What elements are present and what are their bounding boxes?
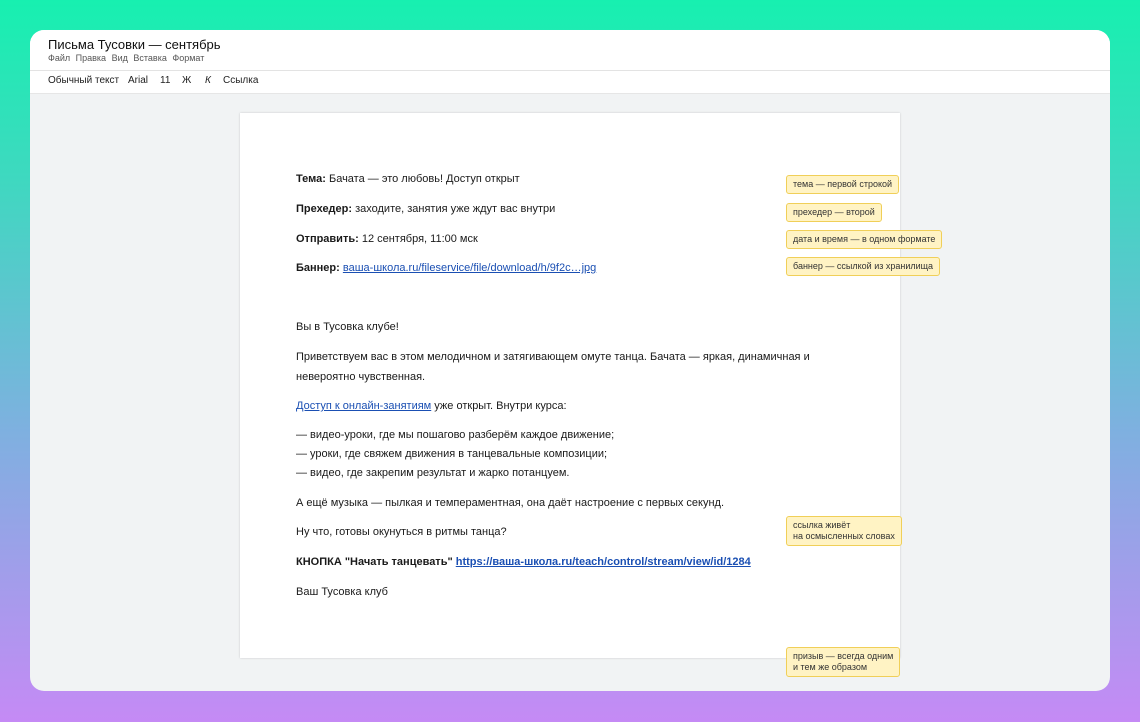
intro-line-2: невероятно чувственная.: [296, 371, 426, 383]
font-family-select[interactable]: Arial: [128, 75, 148, 86]
menu-view[interactable]: Вид: [112, 53, 128, 63]
comment-preheader[interactable]: прехедер — второй: [786, 203, 882, 222]
signature: Ваш Тусовка клуб: [296, 586, 388, 598]
link-button[interactable]: Ссылка: [223, 75, 258, 86]
menu-format[interactable]: Формат: [172, 53, 204, 63]
comment-datetime[interactable]: дата и время — в одном формате: [786, 230, 943, 249]
subject-value: Бачата — это любовь! Доступ открыт: [325, 173, 520, 185]
music-paragraph: А ещё музыка — пылкая и темпераментная, …: [296, 497, 725, 509]
comment-banner[interactable]: баннер — ссылкой из хранилища: [786, 257, 941, 276]
menu-bar: Файл Правка Вид Вставка Формат: [48, 53, 207, 63]
document-title[interactable]: Письма Тусовки — сентябрь: [48, 37, 221, 52]
comment-link[interactable]: ссылка живёт на осмысленных словах: [786, 516, 902, 546]
comment-cta-line-2: и тем же образом: [793, 662, 868, 672]
preheader-value: заходите, занятия уже ждут вас внутри: [352, 203, 556, 215]
access-link[interactable]: Доступ к онлайн-занятиям: [296, 400, 431, 412]
font-size-select[interactable]: 11: [160, 75, 170, 86]
send-value: 12 сентября, 11:00 мск: [358, 233, 478, 245]
subject-line: Тема: Бачата — это любовь! Доступ открыт: [296, 173, 520, 185]
access-line: Доступ к онлайн-занятиям уже открыт. Вну…: [296, 400, 567, 412]
comment-link-line-1: ссылка живёт: [793, 520, 851, 530]
banner-label: Баннер:: [296, 262, 340, 274]
send-label: Отправить:: [296, 233, 359, 245]
paragraph-style-select[interactable]: Обычный текст: [48, 75, 119, 86]
cta-link[interactable]: https://ваша-школа.ru/teach/control/stre…: [456, 556, 751, 568]
cta-line: КНОПКА "Начать танцевать" https://ваша-ш…: [296, 556, 751, 568]
question-paragraph: Ну что, готовы окунуться в ритмы танца?: [296, 526, 507, 538]
comment-cta-line-1: призыв — всегда одним: [793, 651, 894, 661]
banner-line: Баннер: ваша-школа.ru/fileservice/file/d…: [296, 262, 596, 274]
greeting: Вы в Тусовка клубе!: [296, 321, 399, 333]
preheader-line: Прехедер: заходите, занятия уже ждут вас…: [296, 203, 555, 215]
banner-link[interactable]: ваша-школа.ru/fileservice/file/download/…: [343, 262, 596, 274]
menu-insert[interactable]: Вставка: [133, 53, 166, 63]
format-toolbar: Обычный текст Arial 11 Ж К Ссылка: [30, 71, 1110, 94]
comment-link-line-2: на осмысленных словах: [793, 531, 895, 541]
italic-button[interactable]: К: [205, 75, 211, 86]
bullet-item: — видео, где закрепим результат и жарко …: [296, 467, 570, 479]
send-time-line: Отправить: 12 сентября, 11:00 мск: [296, 233, 478, 245]
cta-label: КНОПКА "Начать танцевать": [296, 556, 453, 568]
comment-cta[interactable]: призыв — всегда одним и тем же образом: [786, 647, 901, 677]
intro-line-1: Приветствуем вас в этом мелодичном и зат…: [296, 351, 810, 363]
bold-button[interactable]: Ж: [182, 75, 191, 86]
access-rest: уже открыт. Внутри курса:: [431, 400, 567, 412]
comment-subject[interactable]: тема — первой строкой: [786, 175, 900, 194]
preheader-label: Прехедер:: [296, 203, 353, 215]
menu-edit[interactable]: Правка: [76, 53, 106, 63]
editor-window: Письма Тусовки — сентябрь Файл Правка Ви…: [30, 30, 1110, 691]
title-bar: Письма Тусовки — сентябрь Файл Правка Ви…: [30, 30, 1110, 71]
bullet-item: — видео-уроки, где мы пошагово разберём …: [296, 429, 615, 441]
bullet-item: — уроки, где свяжем движения в танцеваль…: [296, 448, 608, 460]
document-page[interactable]: Тема: Бачата — это любовь! Доступ открыт…: [240, 113, 900, 658]
menu-file[interactable]: Файл: [48, 53, 70, 63]
subject-label: Тема:: [296, 173, 326, 185]
